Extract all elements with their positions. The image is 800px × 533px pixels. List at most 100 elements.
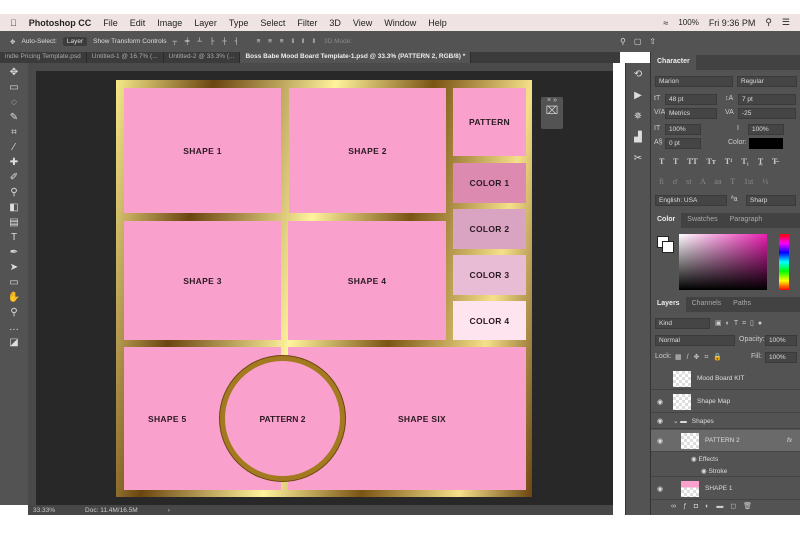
stroke-row[interactable]: ◉ Stroke <box>651 465 800 477</box>
layer-group-row[interactable]: ◉ ⌄ ▬ Shapes <box>651 414 800 429</box>
background-color-swatch[interactable] <box>662 241 674 253</box>
tab-untitled-2[interactable]: Untitled-2 @ 33.3% (... <box>164 52 241 63</box>
tab-boss-babe[interactable]: Boss Babe Mood Board Template-1.psd @ 33… <box>240 52 472 63</box>
align-icons[interactable]: ┬ ╪ ┴ ├ ┼ ┤ ≡ ≡ ≡ ‖ ‖ ‖ <box>172 38 318 45</box>
shape-icon[interactable]: ▭ <box>9 277 18 288</box>
healing-icon[interactable]: ✚ <box>10 157 18 168</box>
list-icon[interactable]: ☰ <box>782 17 790 28</box>
menu-help[interactable]: Help <box>428 18 447 28</box>
glyph-icon[interactable]: ⌧ <box>541 104 563 117</box>
play-icon[interactable]: ▶ <box>634 90 642 101</box>
zoom-icon[interactable]: ⚲ <box>10 307 17 318</box>
battery-label[interactable]: 100% <box>678 18 698 27</box>
menu-layer[interactable]: Layer <box>194 18 217 28</box>
share-icon[interactable]: ⇧ <box>649 37 656 46</box>
brush-icon[interactable]: ✐ <box>10 172 18 183</box>
auto-select-dropdown[interactable]: Layer <box>62 37 88 46</box>
tools-icon[interactable]: ✂ <box>634 153 642 164</box>
layer-bottom-icons[interactable]: ∞ƒ◘◐▬◻🗑 <box>671 502 759 510</box>
tab-character[interactable]: Character <box>651 55 696 70</box>
fx-icon[interactable]: fx <box>787 437 792 444</box>
tracking-field[interactable]: -25 <box>738 108 796 119</box>
color-1[interactable]: COLOR 1 <box>453 163 526 203</box>
tab-paragraph[interactable]: Paragraph <box>724 213 769 228</box>
language-select[interactable]: English: USA <box>655 195 727 206</box>
more-icon[interactable]: … <box>9 322 19 333</box>
tab-channels[interactable]: Channels <box>686 297 728 312</box>
opentype-buttons[interactable]: fi ơ st A aa T 1st ½ <box>659 177 768 186</box>
clock[interactable]: Fri 9:36 PM <box>709 18 756 28</box>
text-color-swatch[interactable] <box>749 138 783 149</box>
shape-1[interactable]: SHAPE 1 <box>124 88 281 213</box>
pattern-2-circle[interactable]: PATTERN 2 <box>220 356 345 481</box>
color-4[interactable]: COLOR 4 <box>453 301 526 340</box>
apple-icon[interactable]:  <box>10 18 17 28</box>
zoom-level[interactable]: 33.33% <box>33 507 55 514</box>
leading-field[interactable]: 7 pt <box>738 94 796 105</box>
crop-icon[interactable]: ⌗ <box>11 127 17 138</box>
layer-row-selected[interactable]: ◉ PATTERN 2 fx <box>651 430 800 452</box>
move-tool-icon[interactable]: ✥ <box>10 38 15 46</box>
shape-2[interactable]: SHAPE 2 <box>289 88 446 213</box>
shape-3[interactable]: SHAPE 3 <box>124 221 281 340</box>
eyedropper-icon[interactable]: ⁄ <box>13 142 15 153</box>
tab-color[interactable]: Color <box>651 213 682 228</box>
color-2[interactable]: COLOR 2 <box>453 209 526 249</box>
tab-untitled-1[interactable]: Untitled-1 @ 16.7% (... <box>87 52 164 63</box>
kerning-field[interactable]: Metrics <box>665 108 717 119</box>
menu-select[interactable]: Select <box>260 18 285 28</box>
auto-select-checkbox[interactable]: Auto-Select: <box>21 38 56 45</box>
adjust-icon[interactable]: ✵ <box>634 111 642 122</box>
shape-4[interactable]: SHAPE 4 <box>288 221 446 340</box>
menu-window[interactable]: Window <box>384 18 416 28</box>
layer-row[interactable]: Mood Board KIT <box>651 368 800 390</box>
move-icon[interactable]: ✥ <box>10 67 18 78</box>
color-picker-field[interactable] <box>679 234 767 290</box>
hue-slider[interactable] <box>779 234 789 290</box>
blend-mode-select[interactable]: Normal <box>655 335 735 346</box>
pattern[interactable]: PATTERN <box>453 88 526 156</box>
tab-swatches[interactable]: Swatches <box>681 213 723 228</box>
menu-image[interactable]: Image <box>157 18 182 28</box>
lock-icons[interactable]: ▦/✥⌗🔒 <box>675 353 727 362</box>
search-workspace-icon[interactable]: ⚲ <box>620 37 626 46</box>
quick-select-icon[interactable]: ✎ <box>10 112 18 123</box>
type-icon[interactable]: T <box>11 232 17 243</box>
horizontal-scale-field[interactable]: 100% <box>748 124 784 135</box>
layer-filter-kind[interactable]: Kind <box>655 318 710 329</box>
history-icon[interactable]: ⟲ <box>634 69 642 80</box>
menu-3d[interactable]: 3D <box>329 18 341 28</box>
gradient-icon[interactable]: ▤ <box>9 217 18 228</box>
fill-field[interactable]: 100% <box>765 352 797 363</box>
eraser-icon[interactable]: ◧ <box>9 202 18 213</box>
menu-file[interactable]: File <box>103 18 118 28</box>
type-style-buttons[interactable]: T T TT Tт T¹ T₁ T̲ T̶ <box>659 157 777 166</box>
mood-board-document[interactable]: SHAPE 1 SHAPE 2 PATTERN COLOR 1 COLOR 2 … <box>116 80 532 497</box>
effects-row[interactable]: ◉ Effects <box>651 453 800 465</box>
eye-icon[interactable]: ◉ <box>651 398 669 406</box>
tab-layers[interactable]: Layers <box>651 297 686 312</box>
layer-row[interactable]: ◉ Shape Map <box>651 391 800 413</box>
layer-row[interactable]: ◉ SHAPE 1 <box>651 478 800 500</box>
filter-icons[interactable]: ▣◐T⌗▯● <box>715 319 766 328</box>
menu-edit[interactable]: Edit <box>130 18 146 28</box>
eye-icon[interactable]: ◉ <box>651 417 669 425</box>
eye-icon[interactable]: ◉ <box>651 437 669 445</box>
tab-kindle[interactable]: indle Pricing Template.psd <box>0 52 87 63</box>
antialias-select[interactable]: Sharp <box>746 195 796 206</box>
opacity-field[interactable]: 100% <box>765 335 797 346</box>
workspace-icon[interactable]: ▢ <box>634 37 642 46</box>
pen-icon[interactable]: ✒ <box>10 247 18 258</box>
hand-icon[interactable]: ✋ <box>8 292 20 303</box>
search-icon[interactable]: ⚲ <box>765 17 772 28</box>
marquee-icon[interactable]: ▭ <box>9 82 18 93</box>
histogram-icon[interactable]: ▟ <box>634 132 642 143</box>
app-name[interactable]: Photoshop CC <box>29 18 92 28</box>
lasso-icon[interactable]: ◌ <box>11 97 17 108</box>
menu-view[interactable]: View <box>353 18 372 28</box>
color-3[interactable]: COLOR 3 <box>453 255 526 295</box>
menu-type[interactable]: Type <box>229 18 249 28</box>
wifi-icon[interactable]: ≈ <box>663 18 668 28</box>
font-style-select[interactable]: Regular <box>737 76 797 87</box>
vertical-scale-field[interactable]: 100% <box>665 124 701 135</box>
